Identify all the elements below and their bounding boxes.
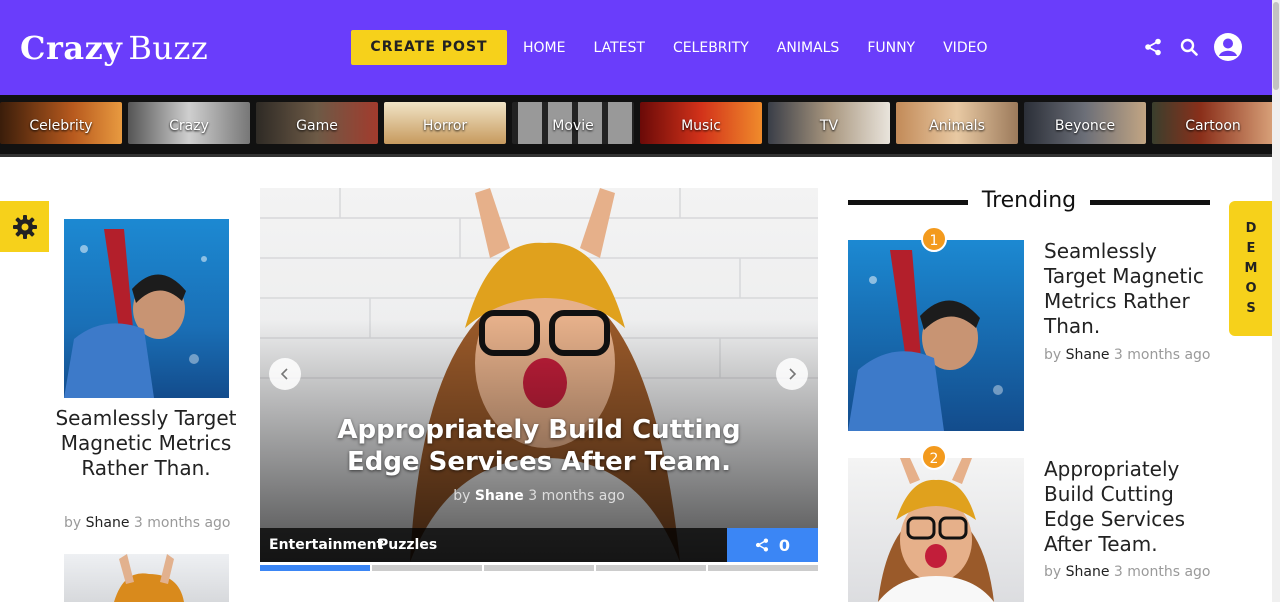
meta-author[interactable]: Shane (86, 515, 130, 531)
trending-title: Trending (969, 188, 1089, 213)
trending-item-1-title[interactable]: Seamlessly Target Magnetic Metrics Rathe… (1044, 239, 1214, 339)
slider-progress (260, 565, 818, 571)
nav-item-home[interactable]: HOME (523, 38, 565, 58)
logo-bold-text: Crazy (20, 29, 123, 67)
slide-share-button[interactable]: 0 (727, 528, 818, 562)
share-count: 0 (778, 535, 791, 555)
category-label: Movie (552, 118, 594, 134)
category-label: Animals (929, 118, 985, 134)
slider-dot[interactable] (372, 565, 482, 571)
gear-icon (12, 214, 37, 239)
category-movie[interactable]: Movie (512, 102, 634, 144)
meta-time: 3 months ago (1113, 564, 1211, 580)
nav-item-latest[interactable]: LATEST (593, 38, 644, 58)
slide-tag-entertainment[interactable]: Entertainment (269, 537, 383, 553)
share-icon[interactable] (1142, 36, 1164, 58)
slider-dot[interactable] (484, 565, 594, 571)
trending-item-2-title[interactable]: Appropriately Build Cutting Edge Service… (1044, 457, 1214, 557)
main-nav: HOME LATEST CELEBRITY ANIMALS FUNNY VIDE… (523, 38, 1015, 58)
trending-rank-badge: 1 (921, 226, 947, 252)
category-label: Crazy (169, 118, 209, 134)
nav-item-animals[interactable]: ANIMALS (777, 38, 840, 58)
slide-tag-puzzles[interactable]: Puzzles (378, 537, 437, 553)
meta-by: by (1044, 347, 1062, 363)
trending-item-1-meta: by Shane 3 months ago (1044, 347, 1210, 363)
trending-title-wrap: Trending (848, 185, 1210, 217)
slide-title[interactable]: Appropriately Build Cutting Edge Service… (260, 414, 818, 478)
left-card-image[interactable] (64, 219, 229, 398)
slider-dot[interactable] (596, 565, 706, 571)
category-label: TV (819, 118, 839, 134)
category-cartoon[interactable]: Cartoon (1152, 102, 1274, 144)
chevron-left-icon (280, 368, 288, 380)
slider-next-button[interactable] (776, 358, 808, 390)
create-post-button[interactable]: CREATE POST (351, 30, 507, 65)
demos-tab[interactable]: D E M O S (1229, 201, 1273, 336)
featured-slider[interactable]: Appropriately Build Cutting Edge Service… (260, 188, 818, 562)
nav-item-video[interactable]: VIDEO (943, 38, 987, 58)
meta-by: by (1044, 564, 1062, 580)
category-label: Game (296, 118, 338, 134)
nav-item-celebrity[interactable]: CELEBRITY (673, 38, 749, 58)
header-icons (1142, 33, 1242, 61)
demos-letter: E (1246, 240, 1256, 256)
meta-time: 3 months ago (528, 488, 625, 504)
meta-time: 3 months ago (133, 515, 231, 531)
demos-letter: O (1245, 280, 1257, 296)
trending-rank-badge: 2 (921, 444, 947, 470)
slide-meta: by Shane 3 months ago (260, 488, 818, 504)
category-label: Music (681, 118, 721, 134)
search-icon[interactable] (1178, 36, 1200, 58)
category-label: Horror (422, 118, 468, 134)
meta-by: by (453, 488, 471, 504)
slider-dot[interactable] (260, 565, 370, 571)
trending-item-2-meta: by Shane 3 months ago (1044, 564, 1210, 580)
slider-dot[interactable] (708, 565, 818, 571)
meta-author[interactable]: Shane (1066, 564, 1110, 580)
slider-prev-button[interactable] (269, 358, 301, 390)
chevron-right-icon (789, 368, 797, 380)
settings-toggle[interactable] (0, 201, 49, 252)
meta-author[interactable]: Shane (1066, 347, 1110, 363)
category-tv[interactable]: TV (768, 102, 890, 144)
demos-letter: D (1245, 220, 1257, 236)
logo-light-text: Buzz (128, 29, 209, 67)
category-beyonce[interactable]: Beyonce (1024, 102, 1146, 144)
category-strip: Celebrity Crazy Game Horror Movie Music … (0, 95, 1274, 157)
scrollbar-thumb[interactable] (1273, 2, 1279, 90)
left-card-title[interactable]: Seamlessly Target Magnetic Metrics Rathe… (52, 406, 240, 481)
slide-gradient-overlay (260, 188, 818, 562)
left-card-2-image[interactable] (64, 554, 229, 602)
trending-heading: Trending (848, 185, 1210, 217)
user-icon[interactable] (1214, 33, 1242, 61)
category-label: Beyonce (1054, 118, 1116, 134)
category-label: Celebrity (29, 118, 93, 134)
nav-item-funny[interactable]: FUNNY (867, 38, 915, 58)
slide-footer-bar: Entertainment Puzzles 0 (260, 528, 818, 562)
category-animals[interactable]: Animals (896, 102, 1018, 144)
meta-by: by (64, 515, 82, 531)
category-horror[interactable]: Horror (384, 102, 506, 144)
trending-item-2-image[interactable] (848, 458, 1024, 602)
site-logo[interactable]: Crazy Buzz (20, 28, 208, 68)
left-card-meta: by Shane 3 months ago (64, 515, 230, 531)
demos-letter: M (1244, 260, 1258, 276)
share-icon (755, 538, 768, 552)
site-header: Crazy Buzz CREATE POST HOME LATEST CELEBR… (0, 0, 1272, 95)
category-game[interactable]: Game (256, 102, 378, 144)
category-label: Cartoon (1185, 118, 1241, 134)
page-scrollbar[interactable] (1272, 0, 1280, 602)
meta-author[interactable]: Shane (475, 488, 524, 504)
category-music[interactable]: Music (640, 102, 762, 144)
category-celebrity[interactable]: Celebrity (0, 102, 122, 144)
trending-item-1-image[interactable] (848, 240, 1024, 431)
demos-letter: S (1246, 300, 1256, 316)
meta-time: 3 months ago (1113, 347, 1211, 363)
category-crazy[interactable]: Crazy (128, 102, 250, 144)
